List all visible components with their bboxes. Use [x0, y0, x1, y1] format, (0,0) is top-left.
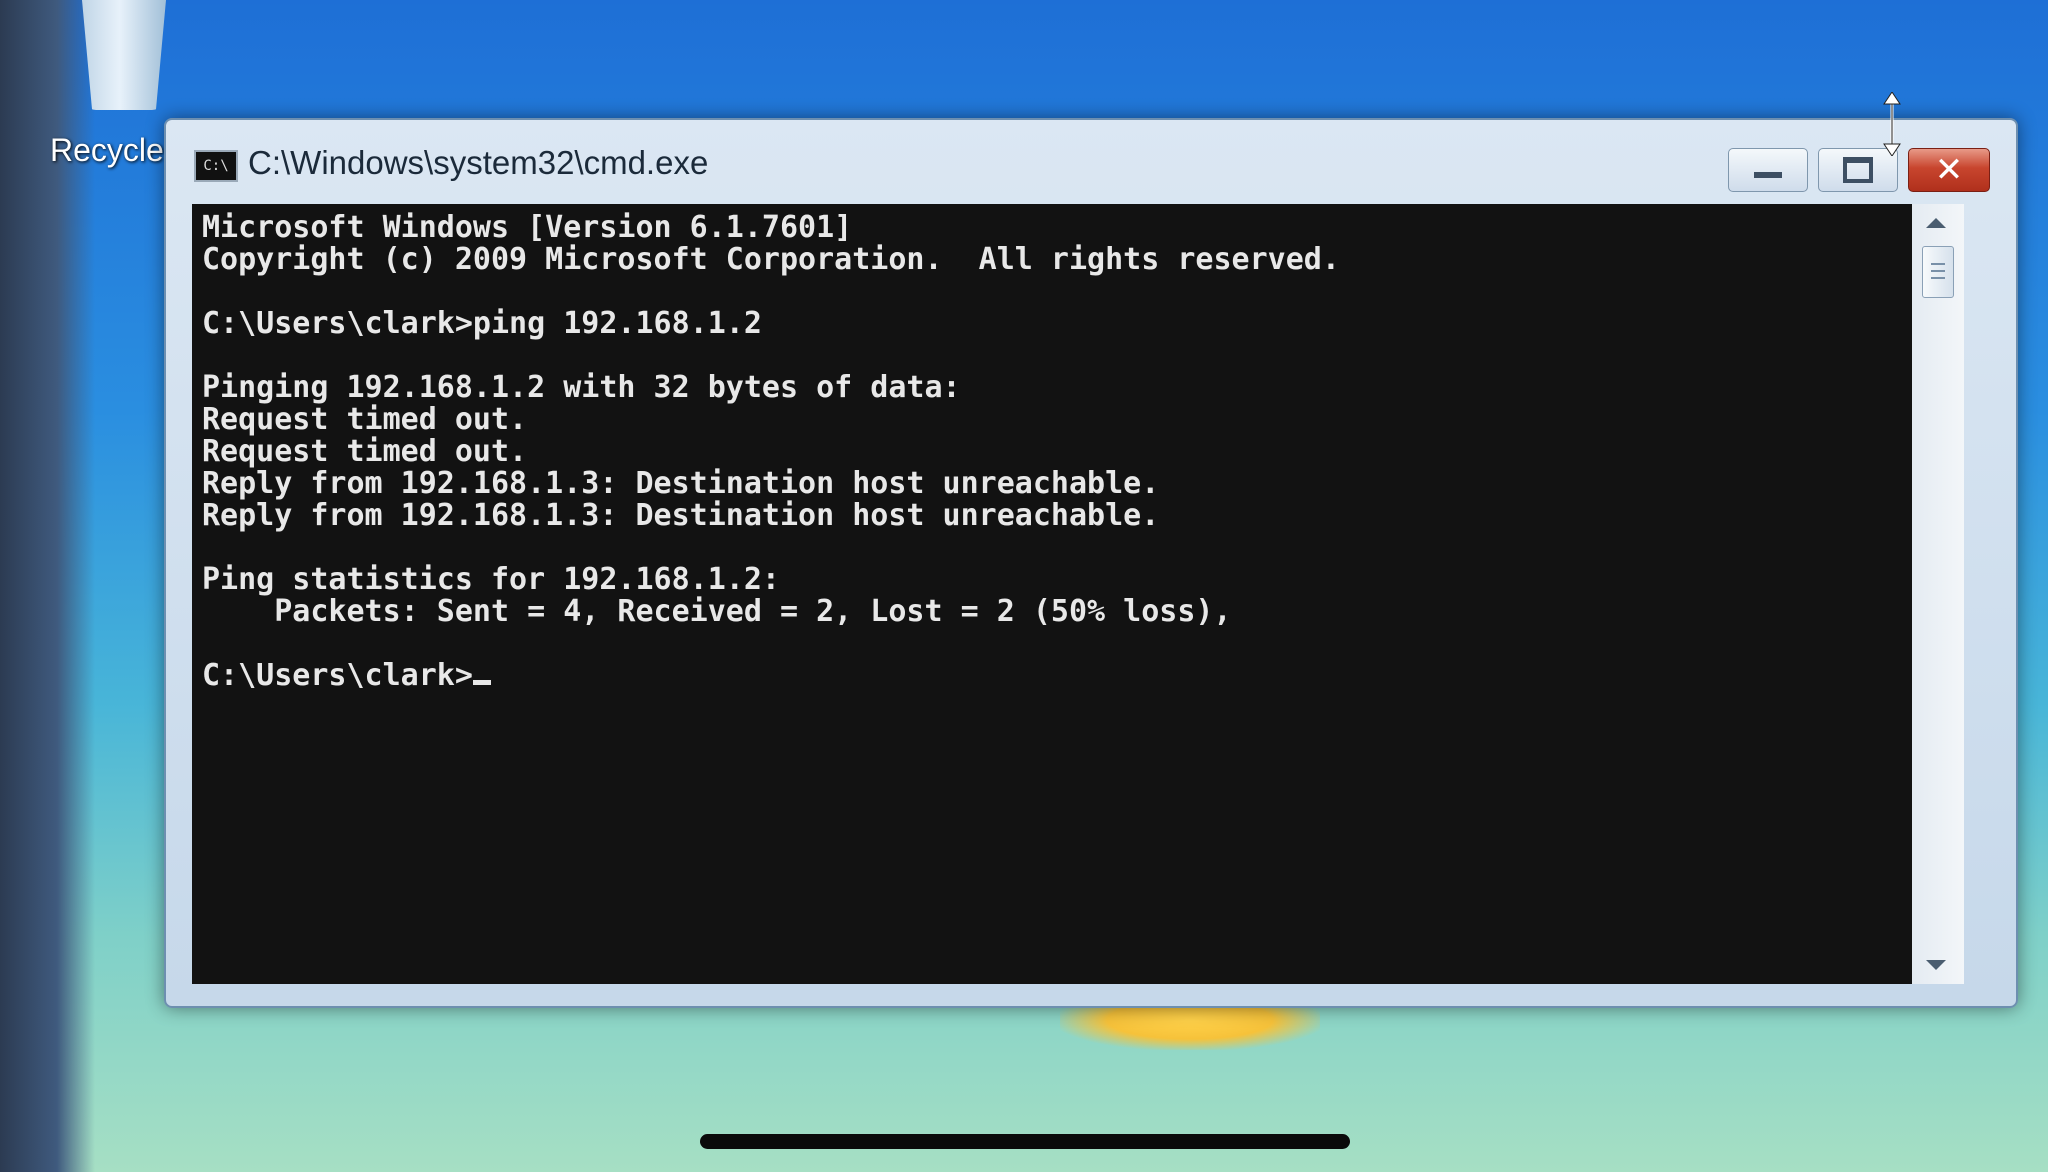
minimize-button[interactable]: [1728, 148, 1808, 192]
desktop-left-edge: [0, 0, 95, 1172]
console-area[interactable]: Microsoft Windows [Version 6.1.7601] Cop…: [192, 204, 1912, 984]
console-prompt: C:\Users\clark>: [202, 658, 473, 693]
thumb-grip-line: [1931, 270, 1945, 272]
home-indicator: [700, 1134, 1350, 1149]
text-cursor: [472, 680, 491, 685]
scroll-up-icon[interactable]: [1926, 218, 1946, 228]
console-line: Reply from 192.168.1.3: Destination host…: [202, 466, 1160, 501]
close-button[interactable]: ✕: [1908, 148, 1990, 192]
console-line: Packets: Sent = 4, Received = 2, Lost = …: [274, 594, 1232, 629]
cmd-icon[interactable]: C:\: [194, 150, 238, 182]
console-line: Pinging 192.168.1.2 with 32 bytes of dat…: [202, 370, 961, 405]
close-icon: ✕: [1934, 150, 1964, 190]
minimize-icon: [1754, 172, 1782, 178]
console-line: Request timed out.: [202, 402, 528, 437]
title-bar[interactable]: C:\ C:\Windows\system32\cmd.exe ✕: [166, 120, 2016, 204]
console-line: Copyright (c) 2009 Microsoft Corporation…: [202, 242, 1340, 277]
maximize-icon: [1843, 157, 1873, 183]
scroll-thumb[interactable]: [1922, 246, 1954, 298]
console-line: C:\Users\clark>ping 192.168.1.2: [202, 306, 762, 341]
vertical-scrollbar[interactable]: [1912, 204, 1964, 984]
console-lines: Microsoft Windows [Version 6.1.7601] Cop…: [202, 210, 1340, 629]
thumb-grip-line: [1931, 277, 1945, 279]
scroll-down-icon[interactable]: [1926, 960, 1946, 970]
console-line: Reply from 192.168.1.3: Destination host…: [202, 498, 1160, 533]
cmd-window[interactable]: C:\ C:\Windows\system32\cmd.exe ✕ Micros…: [164, 118, 2018, 1008]
console-line: Microsoft Windows [Version 6.1.7601]: [202, 210, 853, 245]
recycle-bin-icon: [82, 0, 166, 110]
console-line: Ping statistics for 192.168.1.2:: [202, 562, 780, 597]
window-title: C:\Windows\system32\cmd.exe: [248, 144, 709, 181]
thumb-grip-line: [1931, 263, 1945, 265]
console-line: Request timed out.: [202, 434, 528, 469]
console-output: Microsoft Windows [Version 6.1.7601] Cop…: [192, 204, 1912, 700]
resize-cursor-icon: [1883, 92, 1901, 156]
